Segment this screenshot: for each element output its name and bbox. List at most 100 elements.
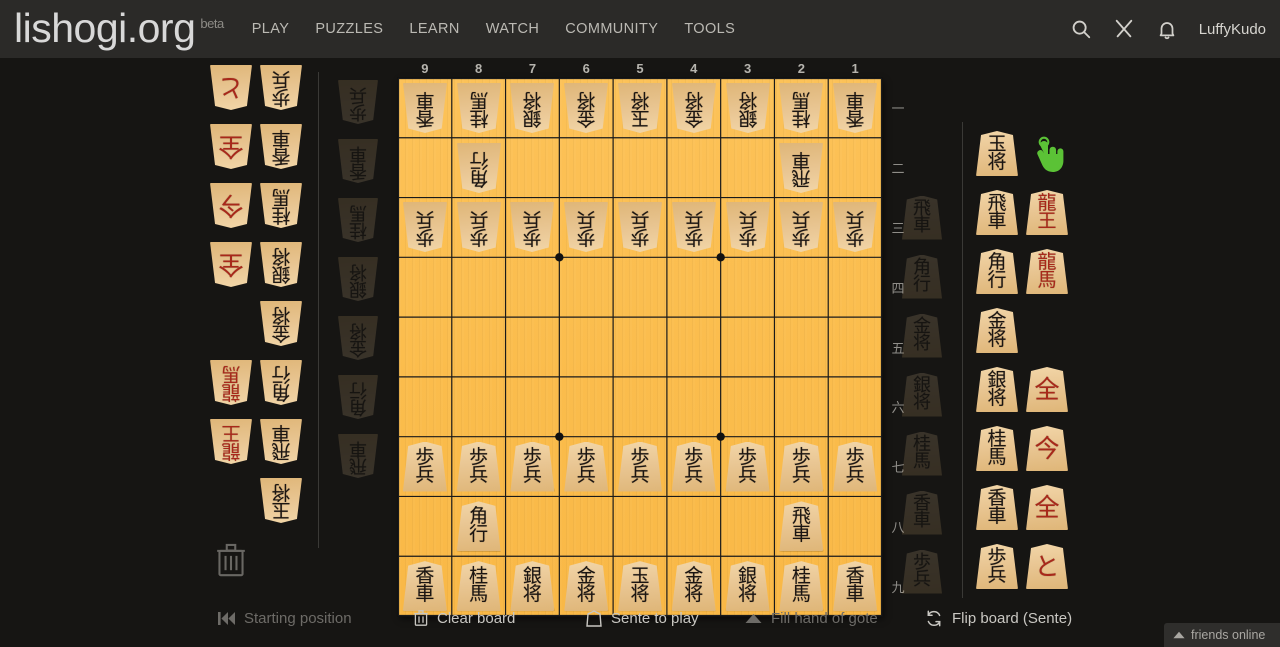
board-square-3八[interactable] [721, 496, 775, 556]
board-square-4八[interactable] [667, 496, 721, 556]
board-square-2一[interactable]: 桂馬 [774, 78, 828, 138]
sente-hand-gold[interactable]: 金将 [896, 306, 948, 365]
sente-hand-silver[interactable]: 銀将 [896, 365, 948, 424]
palette-sente-bishop[interactable]: 角行 [972, 242, 1022, 301]
board-square-1四[interactable] [828, 257, 882, 317]
starting-position-button[interactable]: Starting position [218, 610, 352, 627]
palette-sente-pawn[interactable]: 歩兵 [972, 537, 1022, 596]
palette-gote-promoted-silver[interactable]: 全 [206, 235, 256, 294]
board-square-2八[interactable]: 飛車 [774, 496, 828, 556]
board-square-5八[interactable] [613, 496, 667, 556]
palette-gote-pawn[interactable]: 歩兵 [256, 58, 306, 117]
board-square-8八[interactable]: 角行 [452, 496, 506, 556]
board-square-9一[interactable]: 香車 [398, 78, 452, 138]
board-square-1七[interactable]: 歩兵 [828, 437, 882, 497]
board-square-2三[interactable]: 歩兵 [774, 198, 828, 258]
board-square-9四[interactable] [398, 257, 452, 317]
board-square-1一[interactable]: 香車 [828, 78, 882, 138]
board-square-7六[interactable] [506, 377, 560, 437]
friends-online-widget[interactable]: friends online [1164, 623, 1280, 647]
palette-sente-dragon-horse[interactable]: 龍馬 [1022, 242, 1072, 301]
board-square-7八[interactable] [506, 496, 560, 556]
board-square-8五[interactable] [452, 317, 506, 377]
board-square-2二[interactable]: 飛車 [774, 138, 828, 198]
nav-community[interactable]: COMMUNITY [565, 21, 658, 37]
board-square-2四[interactable] [774, 257, 828, 317]
palette-sente-promoted-lance[interactable]: 全 [1022, 478, 1072, 537]
palette-sente-promoted-silver[interactable]: 全 [1022, 360, 1072, 419]
board-square-4六[interactable] [667, 377, 721, 437]
nav-puzzles[interactable]: PUZZLES [315, 21, 383, 37]
flip-board-button[interactable]: Flip board (Sente) [925, 610, 1072, 627]
palette-gote-tokin[interactable]: と [206, 58, 256, 117]
board-square-8一[interactable]: 桂馬 [452, 78, 506, 138]
board-square-6七[interactable]: 歩兵 [559, 437, 613, 497]
palette-gote-promoted-knight[interactable]: 今 [206, 176, 256, 235]
board-square-9八[interactable] [398, 496, 452, 556]
board-square-7一[interactable]: 銀将 [506, 78, 560, 138]
palette-sente-lance[interactable]: 香車 [972, 478, 1022, 537]
clear-board-button[interactable]: Clear board [414, 610, 515, 627]
nav-watch[interactable]: WATCH [486, 21, 540, 37]
board-square-9二[interactable] [398, 138, 452, 198]
board-square-1二[interactable] [828, 138, 882, 198]
board-square-8三[interactable]: 歩兵 [452, 198, 506, 258]
palette-sente-gold[interactable]: 金将 [972, 301, 1022, 360]
board-square-1五[interactable] [828, 317, 882, 377]
board-square-4五[interactable] [667, 317, 721, 377]
board-square-5六[interactable] [613, 377, 667, 437]
board-square-8二[interactable]: 角行 [452, 138, 506, 198]
palette-gote-silver[interactable]: 銀将 [256, 235, 306, 294]
shogi-board[interactable]: 香車桂馬銀将金将玉将金将銀将桂馬香車角行飛車歩兵歩兵歩兵歩兵歩兵歩兵歩兵歩兵歩兵… [398, 78, 882, 616]
search-icon[interactable] [1070, 18, 1092, 40]
gote-hand-gold[interactable]: 金将 [332, 308, 384, 367]
nav-learn[interactable]: LEARN [409, 21, 459, 37]
board-square-3五[interactable] [721, 317, 775, 377]
palette-sente-king[interactable]: 玉将 [972, 124, 1022, 183]
nav-tools[interactable]: TOOLS [684, 21, 735, 37]
board-square-9五[interactable] [398, 317, 452, 377]
gote-hand-pawn[interactable]: 歩兵 [332, 72, 384, 131]
username-link[interactable]: LuffyKudo [1199, 21, 1266, 38]
palette-gote-lance[interactable]: 香車 [256, 117, 306, 176]
board-square-9六[interactable] [398, 377, 452, 437]
board-square-9三[interactable]: 歩兵 [398, 198, 452, 258]
board-square-7五[interactable] [506, 317, 560, 377]
sente-hand-bishop[interactable]: 角行 [896, 247, 948, 306]
board-square-8四[interactable] [452, 257, 506, 317]
board-square-3四[interactable] [721, 257, 775, 317]
board-square-5五[interactable] [613, 317, 667, 377]
board-square-8六[interactable] [452, 377, 506, 437]
board-square-6三[interactable]: 歩兵 [559, 198, 613, 258]
turn-to-play-button[interactable]: Sente to play [586, 610, 699, 627]
gote-hand-knight[interactable]: 桂馬 [332, 190, 384, 249]
board-square-7三[interactable]: 歩兵 [506, 198, 560, 258]
board-square-5三[interactable]: 歩兵 [613, 198, 667, 258]
board-square-3一[interactable]: 銀将 [721, 78, 775, 138]
board-square-2六[interactable] [774, 377, 828, 437]
board-square-6五[interactable] [559, 317, 613, 377]
board-square-7七[interactable]: 歩兵 [506, 437, 560, 497]
palette-gote-dragon-horse[interactable]: 龍馬 [206, 353, 256, 412]
trash-icon[interactable] [206, 530, 256, 589]
fill-hand-of-gote-button[interactable]: Fill hand of gote [745, 610, 878, 627]
board-square-1三[interactable]: 歩兵 [828, 198, 882, 258]
board-square-1八[interactable] [828, 496, 882, 556]
board-square-6四[interactable] [559, 257, 613, 317]
sente-hand-knight[interactable]: 桂馬 [896, 424, 948, 483]
board-square-5四[interactable] [613, 257, 667, 317]
board-square-3二[interactable] [721, 138, 775, 198]
sente-hand-lance[interactable]: 香車 [896, 483, 948, 542]
board-square-6八[interactable] [559, 496, 613, 556]
site-logo[interactable]: lishogi.org beta [14, 7, 224, 49]
challenge-swords-icon[interactable] [1113, 18, 1135, 40]
board-square-4三[interactable]: 歩兵 [667, 198, 721, 258]
board-square-7二[interactable] [506, 138, 560, 198]
board-square-4七[interactable]: 歩兵 [667, 437, 721, 497]
board-square-5七[interactable]: 歩兵 [613, 437, 667, 497]
palette-sente-rook[interactable]: 飛車 [972, 183, 1022, 242]
palette-gote-gold[interactable]: 金将 [256, 294, 306, 353]
gote-hand-bishop[interactable]: 角行 [332, 367, 384, 426]
board-square-7四[interactable] [506, 257, 560, 317]
board-square-5二[interactable] [613, 138, 667, 198]
